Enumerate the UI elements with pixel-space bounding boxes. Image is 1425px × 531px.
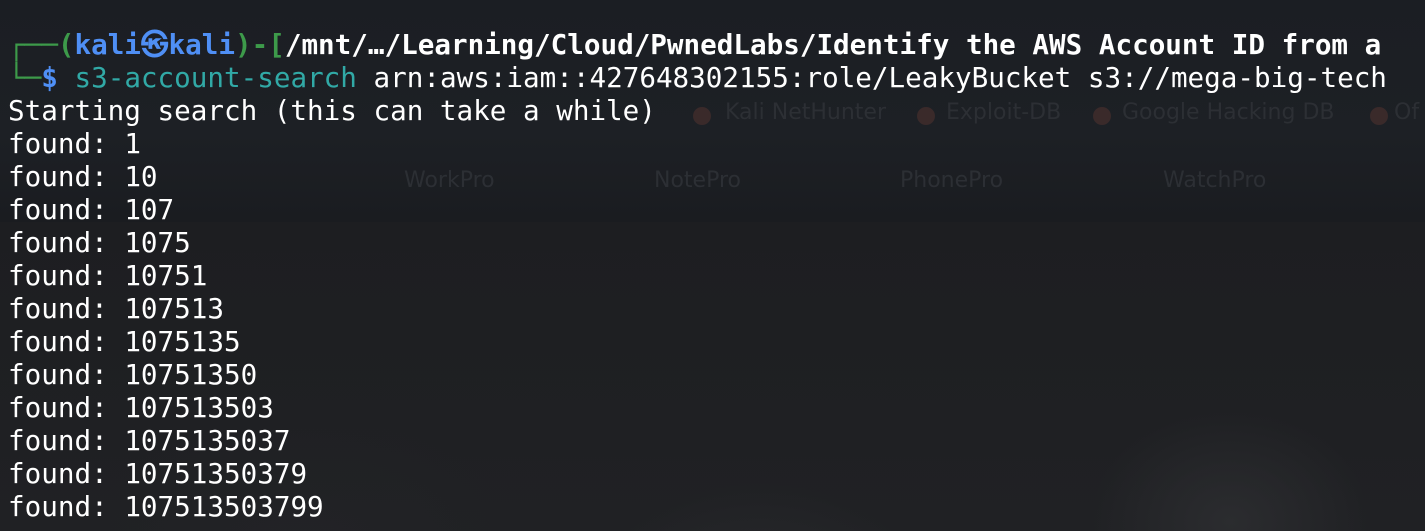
found-line: found: 10 xyxy=(0,160,1425,193)
found-value: 1075135037 xyxy=(124,424,291,457)
found-list: found: 1 found: 10 found: 107 found: 1075 fo… xyxy=(0,127,1425,523)
found-line: found: 107513503 xyxy=(0,391,1425,424)
found-value: 10751 xyxy=(124,259,208,292)
prompt-user: kali xyxy=(74,28,141,61)
found-label: found: xyxy=(8,424,108,457)
command-name: s3-account-search xyxy=(74,61,357,94)
found-value: 1 xyxy=(124,127,141,160)
found-label: found: xyxy=(8,358,108,391)
found-line: found: 107513503799 xyxy=(0,490,1425,523)
found-line: found: 10751 xyxy=(0,259,1425,292)
prompt-path: /mnt/…/Learning/Cloud/PwnedLabs/Identify… xyxy=(284,28,1382,61)
found-line: found: 1075135037 xyxy=(0,424,1425,457)
found-line: found: 1075 xyxy=(0,226,1425,259)
found-line: found: 107 xyxy=(0,193,1425,226)
found-label: found: xyxy=(8,160,108,193)
prompt-line: ┌──(kali㉿kali)-[/mnt/…/Learning/Cloud/Pw… xyxy=(0,28,1425,61)
found-label: found: xyxy=(8,457,108,490)
found-value: 1075 xyxy=(124,226,191,259)
found-line: found: 10751350 xyxy=(0,358,1425,391)
prompt-corner-top: ┌── xyxy=(8,28,58,61)
found-label: found: xyxy=(8,226,108,259)
found-label: found: xyxy=(8,193,108,226)
found-value: 10751350 xyxy=(124,358,258,391)
found-value: 10751350379 xyxy=(124,457,308,490)
found-label: found: xyxy=(8,127,108,160)
found-value: 10 xyxy=(124,160,158,193)
found-value: 107 xyxy=(124,193,175,226)
found-label: found: xyxy=(8,259,108,292)
found-value: 107513503799 xyxy=(124,490,324,523)
found-label: found: xyxy=(8,391,108,424)
found-label: found: xyxy=(8,292,108,325)
prompt-corner-bottom: └─ xyxy=(8,61,42,94)
found-value: 1075135 xyxy=(124,325,241,358)
command-args: arn:aws:iam::427648302155:role/LeakyBuck… xyxy=(373,61,1387,94)
found-value: 107513503 xyxy=(124,391,274,424)
found-line: found: 1 xyxy=(0,127,1425,160)
found-value: 107513 xyxy=(124,292,224,325)
kali-skull-icon: ㉿ xyxy=(140,28,169,61)
prompt-paren-close: )-[ xyxy=(234,28,285,61)
prompt-dollar: $ xyxy=(41,61,58,94)
found-line: found: 10751350379 xyxy=(0,457,1425,490)
found-line: found: 1075135 xyxy=(0,325,1425,358)
prompt-host: kali xyxy=(168,28,235,61)
found-label: found: xyxy=(8,490,108,523)
found-line: found: 107513 xyxy=(0,292,1425,325)
found-label: found: xyxy=(8,325,108,358)
terminal-output[interactable]: ┌──(kali㉿kali)-[/mnt/…/Learning/Cloud/Pw… xyxy=(0,0,1425,531)
prompt-paren-open: ( xyxy=(57,28,75,61)
command-line: └─$ s3-account-search arn:aws:iam::42764… xyxy=(0,61,1425,94)
start-message: Starting search (this can take a while) xyxy=(8,94,656,127)
